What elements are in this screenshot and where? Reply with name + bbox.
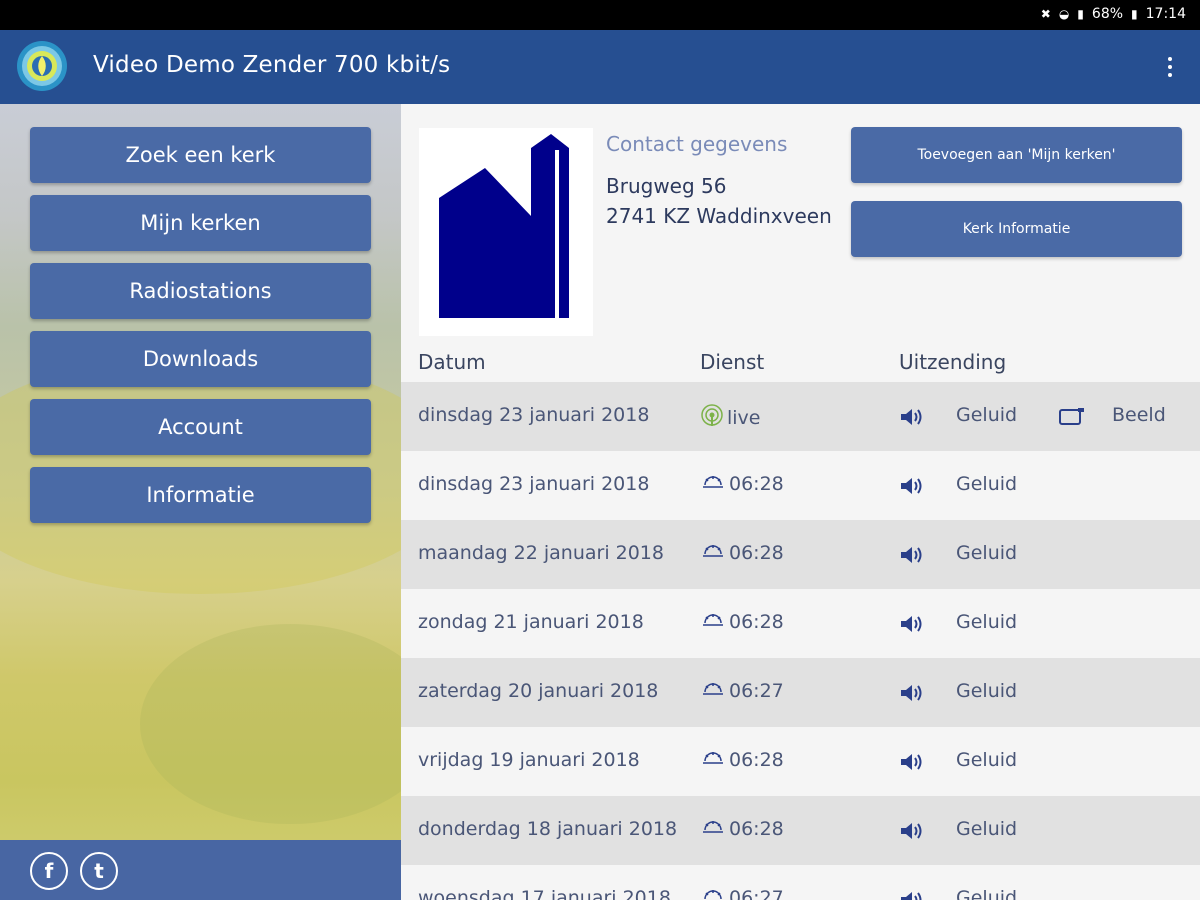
row-service[interactable]: 06:28 (701, 749, 784, 771)
speaker-icon[interactable] (899, 477, 927, 500)
speaker-icon[interactable] (899, 684, 927, 707)
speaker-icon[interactable] (899, 822, 927, 845)
row-service-label: 06:28 (729, 611, 784, 633)
row-service-label: live (727, 406, 761, 429)
speaker-icon[interactable] (899, 753, 927, 776)
row-service-label: 06:28 (729, 749, 784, 771)
church-info-button[interactable]: Kerk Informatie (851, 201, 1182, 257)
row-date: zaterdag 20 januari 2018 (418, 680, 659, 702)
sunrise-icon (701, 818, 725, 840)
audio-link[interactable]: Geluid (956, 404, 1017, 426)
video-link[interactable]: Beeld (1112, 404, 1166, 426)
clock: 17:14 (1145, 6, 1186, 22)
row-service[interactable]: 06:27 (701, 680, 784, 702)
row-service-label: 06:27 (729, 887, 784, 900)
add-to-my-churches-button[interactable]: Toevoegen aan 'Mijn kerken' (851, 127, 1182, 183)
audio-link[interactable]: Geluid (956, 887, 1017, 900)
row-date: woensdag 17 januari 2018 (418, 887, 671, 900)
contact-heading: Contact gegevens (606, 132, 788, 156)
table-row[interactable]: dinsdag 23 januari 2018 live Geluid Beeld (401, 382, 1200, 451)
live-broadcast-icon (701, 404, 723, 431)
address-city: 2741 KZ Waddinxveen (606, 204, 832, 228)
app-title: Video Demo Zender 700 kbit/s (93, 52, 451, 78)
sunrise-icon (701, 887, 725, 900)
row-service-label: 06:28 (729, 818, 784, 840)
sunrise-icon (701, 749, 725, 771)
sunrise-icon (701, 611, 725, 633)
social-bar: f t (0, 840, 401, 900)
audio-link[interactable]: Geluid (956, 680, 1017, 702)
wifi-icon: ◒ (1058, 7, 1070, 21)
main-content: Contact gegevens Brugweg 56 2741 KZ Wadd… (401, 104, 1200, 900)
row-service[interactable]: 06:27 (701, 887, 784, 900)
speaker-icon[interactable] (899, 891, 927, 900)
audio-link[interactable]: Geluid (956, 611, 1017, 633)
sidebar-item-account[interactable]: Account (30, 399, 371, 455)
row-service[interactable]: 06:28 (701, 473, 784, 495)
table-row[interactable]: zaterdag 20 januari 2018 06:27 Geluid (401, 658, 1200, 727)
facebook-icon[interactable]: f (30, 852, 68, 890)
table-row[interactable]: woensdag 17 januari 2018 06:27 Geluid (401, 865, 1200, 900)
row-service-label: 06:28 (729, 473, 784, 495)
battery-percent: 68% (1091, 6, 1124, 22)
twitter-icon[interactable]: t (80, 852, 118, 890)
table-row[interactable]: donderdag 18 januari 2018 06:28 Geluid (401, 796, 1200, 865)
row-date: donderdag 18 januari 2018 (418, 818, 678, 840)
audio-link[interactable]: Geluid (956, 749, 1017, 771)
overflow-menu-icon[interactable] (1160, 52, 1180, 82)
audio-link[interactable]: Geluid (956, 818, 1017, 840)
mute-icon: ✖ (1040, 7, 1051, 21)
table-row[interactable]: zondag 21 januari 2018 06:28 Geluid (401, 589, 1200, 658)
column-header-broadcast: Uitzending (899, 350, 1007, 374)
video-icon[interactable] (1059, 407, 1085, 430)
row-service-label: 06:27 (729, 680, 784, 702)
column-header-date: Datum (418, 350, 486, 374)
audio-link[interactable]: Geluid (956, 542, 1017, 564)
sidebar-item-radiostations[interactable]: Radiostations (30, 263, 371, 319)
sidebar-item-downloads[interactable]: Downloads (30, 331, 371, 387)
row-service[interactable]: live (701, 404, 761, 431)
column-header-service: Dienst (700, 350, 765, 374)
speaker-icon[interactable] (899, 546, 927, 569)
sidebar-item-zoek-een-kerk[interactable]: Zoek een kerk (30, 127, 371, 183)
sunrise-icon (701, 473, 725, 495)
signal-icon: ▮ (1077, 7, 1084, 21)
sunrise-icon (701, 680, 725, 702)
sidebar: Zoek een kerk Mijn kerken Radiostations … (0, 104, 401, 900)
row-date: dinsdag 23 januari 2018 (418, 404, 650, 426)
address-street: Brugweg 56 (606, 174, 727, 198)
table-row[interactable]: vrijdag 19 januari 2018 06:28 Geluid (401, 727, 1200, 796)
table-row[interactable]: dinsdag 23 januari 2018 06:28 Geluid (401, 451, 1200, 520)
background-blur (140, 624, 401, 824)
app-logo[interactable] (16, 40, 68, 92)
row-date: maandag 22 januari 2018 (418, 542, 664, 564)
row-date: zondag 21 januari 2018 (418, 611, 644, 633)
battery-icon: ▮ (1131, 7, 1138, 21)
sidebar-item-mijn-kerken[interactable]: Mijn kerken (30, 195, 371, 251)
sidebar-item-informatie[interactable]: Informatie (30, 467, 371, 523)
table-row[interactable]: maandag 22 januari 2018 06:28 Geluid (401, 520, 1200, 589)
row-service[interactable]: 06:28 (701, 542, 784, 564)
row-date: dinsdag 23 januari 2018 (418, 473, 650, 495)
app-bar: Video Demo Zender 700 kbit/s (0, 30, 1200, 104)
speaker-icon[interactable] (899, 408, 927, 431)
church-logo (419, 128, 593, 336)
status-bar: ✖ ◒ ▮ 68% ▮ 17:14 (0, 0, 1200, 30)
speaker-icon[interactable] (899, 615, 927, 638)
row-service[interactable]: 06:28 (701, 818, 784, 840)
row-date: vrijdag 19 januari 2018 (418, 749, 640, 771)
row-service-label: 06:28 (729, 542, 784, 564)
sunrise-icon (701, 542, 725, 564)
row-service[interactable]: 06:28 (701, 611, 784, 633)
audio-link[interactable]: Geluid (956, 473, 1017, 495)
